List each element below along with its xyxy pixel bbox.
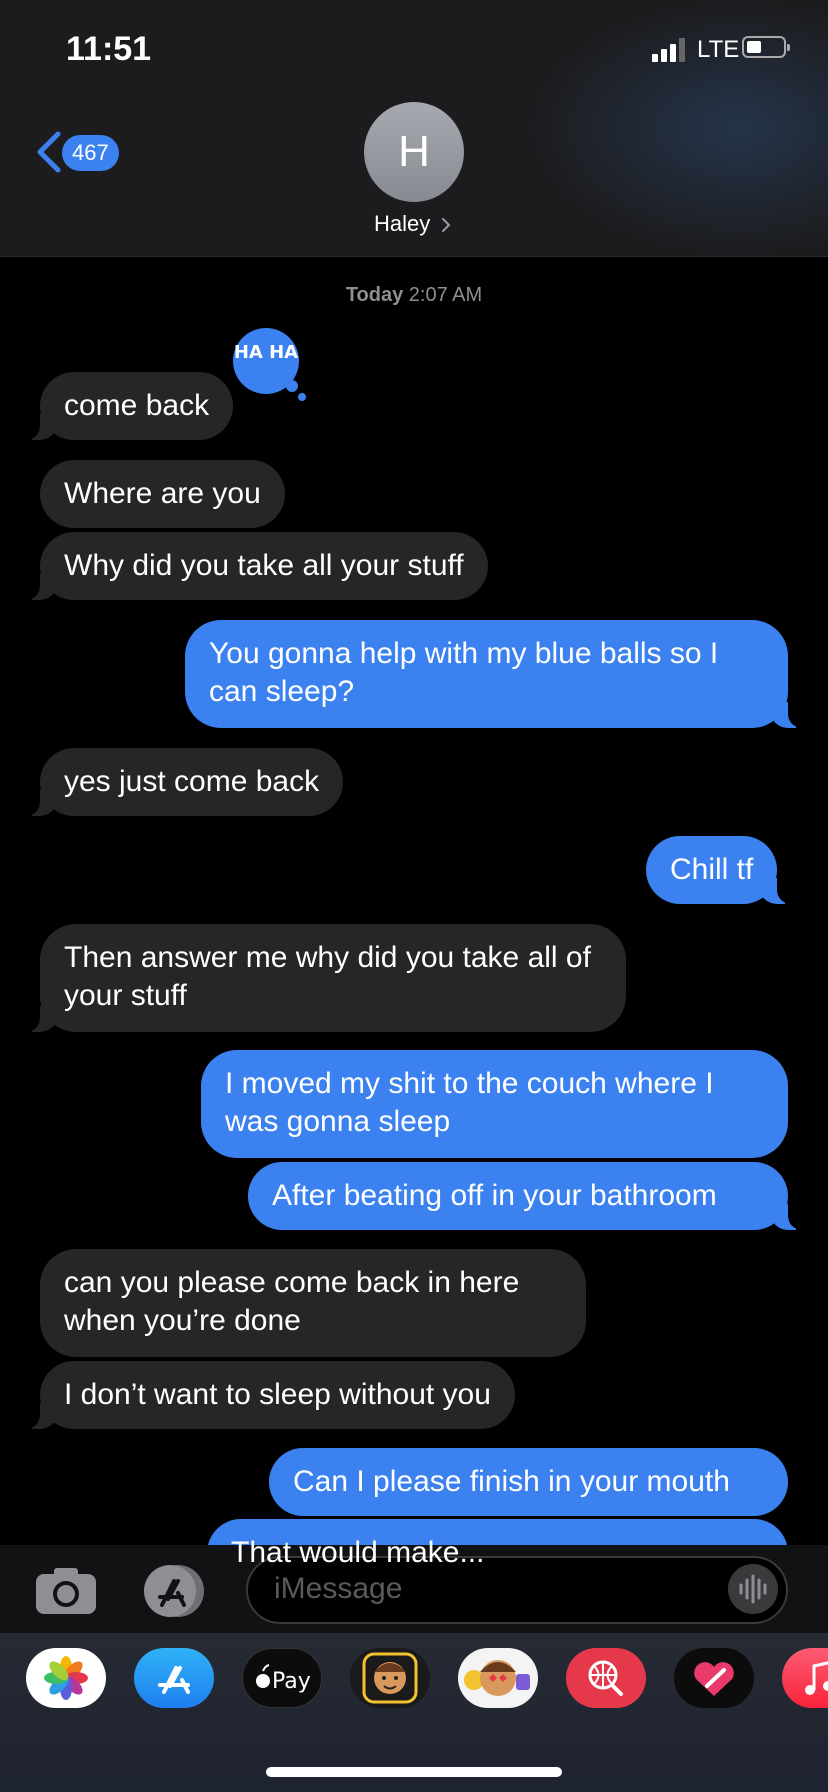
message-bubble-incoming[interactable]: Then answer me why did you take all of y… [24,924,626,1032]
contact-name[interactable]: Haley [374,211,430,237]
conversation-header: 11:51 LTE 467 H Haley [0,0,828,257]
timestamp-time: 2:07 AM [408,284,483,306]
message-text: You gonna help with my blue balls so I c… [209,637,719,708]
status-time: 11:51 [66,30,152,68]
message-text: Where are you [64,477,261,510]
photos-icon[interactable] [26,1648,106,1708]
message-bubble-outgoing[interactable]: You gonna help with my blue balls so I c… [185,620,804,728]
haha-tapback-icon[interactable]: HA HA [232,328,306,402]
message-bubble-outgoing[interactable]: Can I please finish in your mouth [269,1448,788,1516]
timestamp-day: Today [345,284,404,306]
message-input-placeholder: iMessage [274,1572,403,1605]
audio-message-icon[interactable] [728,1564,778,1614]
message-text: I moved my shit to the couch where I was… [225,1067,714,1138]
message-bubble-outgoing[interactable]: I moved my shit to the couch where I was… [201,1050,788,1158]
message-bubble-incoming[interactable]: Why did you take all your stuff [24,532,488,600]
message-bubble-incoming[interactable]: I don’t want to sleep without you [24,1361,515,1429]
back-unread-count[interactable]: 467 [62,135,119,171]
message-bubble-incoming[interactable]: Where are you [40,460,285,528]
signal-icon [652,38,688,62]
message-bubble-outgoing[interactable]: After beating off in your bathroom [248,1162,804,1230]
image-search-icon[interactable] [566,1648,646,1708]
message-bubble-incoming[interactable]: can you please come back in here when yo… [40,1249,586,1357]
avatar[interactable]: H [364,102,464,202]
message-bubble-incoming[interactable]: come back [23,372,234,440]
message-text: yes just come back [64,765,320,798]
apple-pay-icon[interactable]: Pay [242,1648,322,1708]
message-bubble-outgoing[interactable]: Chill tf [646,836,794,904]
message-bubble-incoming[interactable]: yes just come back [23,748,344,816]
memoji-stickers-icon[interactable] [458,1648,538,1708]
thread-timestamp: Today 2:07 AM [0,284,828,307]
memoji-icon[interactable] [350,1648,430,1708]
message-text: Then answer me why did you take all of y… [64,941,591,1012]
message-text: That would make... [231,1536,485,1569]
apple-pay-label: Pay [272,1669,311,1694]
camera-icon[interactable] [34,1566,98,1616]
message-text: Chill tf [670,853,754,886]
digital-touch-icon[interactable] [674,1648,754,1708]
message-text: can you please come back in here when yo… [64,1266,520,1337]
battery-icon [742,36,790,58]
chevron-right-icon [442,218,451,232]
message-text: Why did you take all your stuff [64,549,464,582]
message-text: come back [64,389,210,422]
message-text: After beating off in your bathroom [272,1179,717,1212]
tapback-label: HA HA [234,342,298,363]
network-label: LTE [697,36,740,63]
home-indicator[interactable] [266,1767,562,1777]
message-text: I don’t want to sleep without you [64,1378,491,1411]
app-store-button-icon[interactable] [138,1563,212,1619]
message-text: Can I please finish in your mouth [293,1465,730,1498]
app-store-icon[interactable] [134,1648,214,1708]
